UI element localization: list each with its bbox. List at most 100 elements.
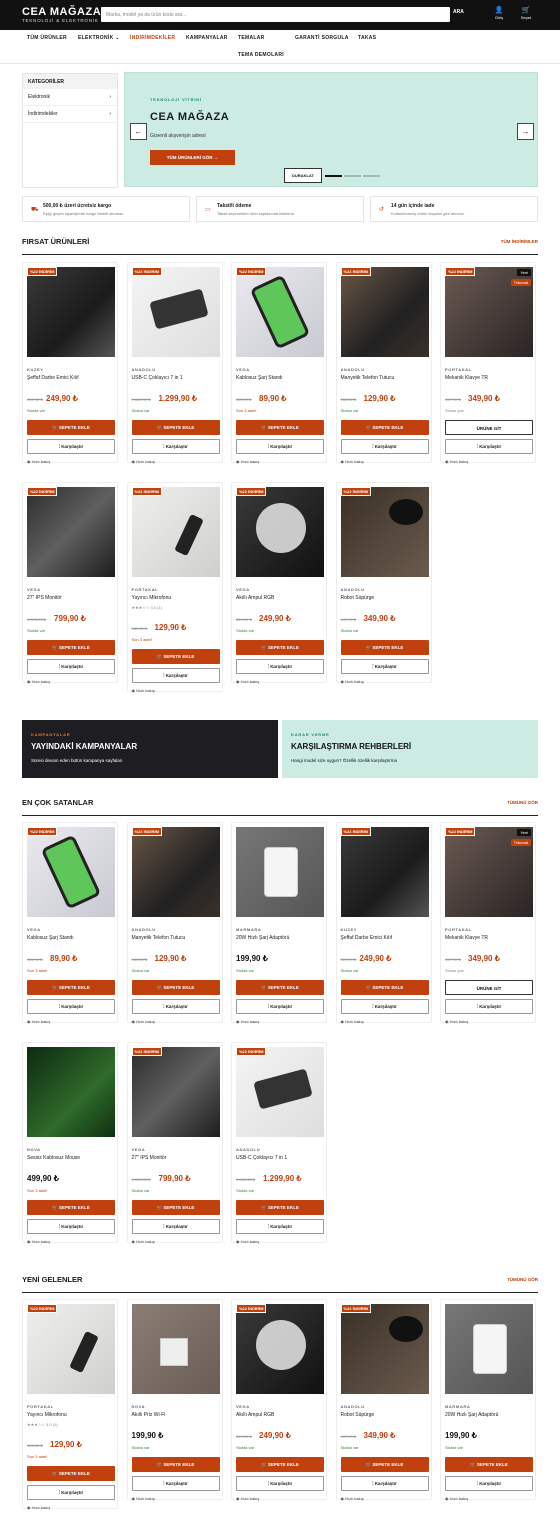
product-card[interactable]: %22 İNDİRİM VEGA 27" IPS Monitör 1.023,90 ₺… [22, 482, 118, 684]
product-name[interactable]: Şeffaf Darbe Emici Kılıf [341, 935, 393, 941]
quick-view-button[interactable]: ◉ Hızlı bakış [27, 459, 50, 464]
add-to-cart-button[interactable]: 🛒 SEPETE EKLE [27, 1466, 115, 1481]
slider-prev-button[interactable]: ← [130, 123, 147, 140]
quick-view-button[interactable]: ◉ Hızlı bakış [236, 679, 259, 684]
product-card[interactable]: %22 İNDİRİM PORTAKAL Yayıncı Mikrofonu ★★★☆… [22, 1299, 118, 1510]
go-to-product-button[interactable]: ÜRÜNE GİT [445, 420, 533, 435]
product-card[interactable]: NOVA Akıllı Priz Wi-Fi 199,90 ₺ Stokta var 🛒… [126, 1299, 223, 1501]
product-name[interactable]: 20W Hızlı Şarj Adaptörü [236, 935, 289, 941]
product-name[interactable]: 27" IPS Monitör [27, 595, 62, 601]
add-to-cart-button[interactable]: 🛒 SEPETE EKLE [340, 980, 429, 995]
product-card[interactable]: %22 İNDİRİM VEGA 27" IPS Monitör 1.023,90 ₺… [126, 1042, 223, 1244]
product-card[interactable]: %22 İNDİRİM VEGA Kablosuz Şarj Standı 115,1… [22, 822, 118, 1024]
product-name[interactable]: Şeffaf Darbe Emici Kılıf [27, 375, 79, 381]
product-card[interactable]: %22 İNDİRİM ANADOLU USB-C Çoklayıcı 7 in 1… [231, 1042, 327, 1244]
compare-button[interactable]: ⫶ Karşılaştır [445, 999, 533, 1014]
promo-campaigns[interactable]: KAMPANYALAR YAYINDAKİ KAMPANYALAR Süresi… [22, 720, 278, 778]
go-to-product-button[interactable]: ÜRÜNE GİT [445, 980, 533, 995]
product-name[interactable]: Manyetik Telefon Tutucu [132, 935, 186, 941]
add-to-cart-button[interactable]: 🛒 SEPETE EKLE [236, 980, 324, 995]
quick-view-button[interactable]: ◉ Hızlı bakış [236, 1019, 259, 1024]
product-image[interactable]: %22 İNDİRİM [236, 487, 324, 577]
product-image[interactable]: %22 İNDİRİM [236, 1047, 324, 1137]
compare-button[interactable]: ⫶ Karşılaştır [131, 1476, 220, 1491]
product-image[interactable]: %22 İNDİRİM [236, 267, 324, 357]
product-card[interactable]: %22 İNDİRİM Yeni Tükendi PORTAKAL Mekanik Kl… [440, 262, 536, 464]
nav-campaigns[interactable]: KAMPANYALAR [186, 35, 228, 41]
product-image[interactable]: %22 İNDİRİM [131, 487, 220, 577]
compare-button[interactable]: ⫶ Karşılaştır [236, 1476, 324, 1491]
product-image[interactable]: %22 İNDİRİM [27, 827, 115, 917]
quick-view-button[interactable]: ◉ Hızlı bakış [132, 459, 155, 464]
product-name[interactable]: USB-C Çoklayıcı 7 in 1 [132, 375, 183, 381]
quick-view-button[interactable]: ◉ Hızlı bakış [132, 1019, 155, 1024]
quick-view-button[interactable]: ◉ Hızlı bakış [27, 1019, 50, 1024]
add-to-cart-button[interactable]: 🛒 SEPETE EKLE [27, 640, 115, 655]
product-image[interactable] [236, 827, 324, 917]
sidebar-item-electronics[interactable]: Elektronik › [23, 89, 117, 106]
search-button[interactable]: ARA [453, 9, 464, 15]
product-image[interactable]: %22 İNDİRİM [340, 267, 429, 357]
product-image[interactable] [131, 1304, 220, 1394]
product-name[interactable]: Robot Süpürge [341, 595, 375, 601]
cart-button[interactable]: 🛒 Sepet [517, 6, 535, 20]
product-image[interactable]: %22 İNDİRİM [340, 1304, 429, 1394]
product-name[interactable]: Mekanik Klavye TR [445, 935, 488, 941]
product-card[interactable]: %22 İNDİRİM VEGA Akıllı Ampul RGB 319,90 ₺ 2… [231, 1299, 327, 1501]
add-to-cart-button[interactable]: 🛒 SEPETE EKLE [131, 420, 220, 435]
compare-button[interactable]: ⫶ Karşılaştır [27, 659, 115, 674]
compare-button[interactable]: ⫶ Karşılaştır [445, 1476, 533, 1491]
compare-button[interactable]: ⫶ Karşılaştır [27, 439, 115, 454]
compare-button[interactable]: ⫶ Karşılaştır [131, 668, 220, 683]
slider-dot-active[interactable] [325, 175, 342, 177]
add-to-cart-button[interactable]: 🛒 SEPETE EKLE [236, 1200, 324, 1215]
link-all-discounts[interactable]: TÜM İNDİRİMLER [501, 239, 538, 244]
add-to-cart-button[interactable]: 🛒 SEPETE EKLE [27, 980, 115, 995]
quick-view-button[interactable]: ◉ Hızlı bakış [132, 1496, 155, 1501]
product-name[interactable]: 27" IPS Monitör [132, 1155, 167, 1161]
product-name[interactable]: Kablosuz Şarj Standı [27, 935, 74, 941]
quick-view-button[interactable]: ◉ Hızlı bakış [132, 1239, 155, 1244]
product-image[interactable]: %22 İNDİRİM [27, 267, 115, 357]
quick-view-button[interactable]: ◉ Hızlı bakış [27, 1505, 50, 1510]
product-card[interactable]: %22 İNDİRİM ANADOLU Manyetik Telefon Tutuc… [335, 262, 432, 464]
quick-view-button[interactable]: ◉ Hızlı bakış [236, 459, 259, 464]
add-to-cart-button[interactable]: 🛒 SEPETE EKLE [236, 420, 324, 435]
product-card[interactable]: %22 İNDİRİM VEGA Kablosuz Şarj Standı 115,1… [231, 262, 327, 464]
add-to-cart-button[interactable]: 🛒 SEPETE EKLE [445, 1457, 533, 1472]
compare-button[interactable]: ⫶ Karşılaştır [340, 1476, 429, 1491]
product-image[interactable]: %22 İNDİRİM [27, 1304, 115, 1394]
product-image[interactable]: %22 İNDİRİM [236, 1304, 324, 1394]
product-name[interactable]: Mekanik Klavye TR [445, 375, 488, 381]
product-name[interactable]: Kablosuz Şarj Standı [236, 375, 283, 381]
product-card[interactable]: %22 İNDİRİM ANADOLU Manyetik Telefon Tutuc… [126, 822, 223, 1024]
product-card[interactable]: %22 İNDİRİM KUZEY Şeffaf Darbe Emici Kılıf… [335, 822, 432, 1024]
product-name[interactable]: 20W Hızlı Şarj Adaptörü [445, 1412, 498, 1418]
compare-button[interactable]: ⫶ Karşılaştır [27, 1219, 115, 1234]
compare-button[interactable]: ⫶ Karşılaştır [131, 439, 220, 454]
add-to-cart-button[interactable]: 🛒 SEPETE EKLE [131, 1200, 220, 1215]
product-card[interactable]: NOVA Sessiz Kablosuz Mouse 499,90 ₺ Son 3 a… [22, 1042, 118, 1244]
product-image[interactable]: %22 İNDİRİM Yeni Tükendi [445, 827, 533, 917]
quick-view-button[interactable]: ◉ Hızlı bakış [341, 1019, 364, 1024]
product-name[interactable]: Sessiz Kablosuz Mouse [27, 1155, 80, 1161]
product-card[interactable]: %22 İNDİRİM KUZEY Şeffaf Darbe Emici Kılıf… [22, 262, 118, 464]
nav-warranty[interactable]: GARANTİ SORGULA [295, 35, 349, 41]
nav-themes[interactable]: TEMALAR [238, 35, 265, 41]
product-name[interactable]: Akıllı Ampul RGB [236, 595, 274, 601]
product-image[interactable]: %22 İNDİRİM [340, 827, 429, 917]
compare-button[interactable]: ⫶ Karşılaştır [131, 1219, 220, 1234]
product-name[interactable]: Akıllı Priz Wi-Fi [132, 1412, 166, 1418]
store-logo[interactable]: CEA MAĞAZA TEKNOLOJİ & ELEKTRONİK [22, 6, 101, 24]
product-name[interactable]: Akıllı Ampul RGB [236, 1412, 274, 1418]
slider-pause-button[interactable]: DURAKLAT [284, 168, 322, 183]
product-name[interactable]: Manyetik Telefon Tutucu [341, 375, 395, 381]
nav-all-products[interactable]: TÜM ÜRÜNLER [27, 35, 67, 41]
product-card[interactable]: MARMARA 20W Hızlı Şarj Adaptörü 199,90 ₺ St… [231, 822, 327, 1024]
product-card[interactable]: %22 İNDİRİM PORTAKAL Yayıncı Mikrofonu ★★★☆… [126, 482, 223, 693]
quick-view-button[interactable]: ◉ Hızlı bakış [341, 459, 364, 464]
add-to-cart-button[interactable]: 🛒 SEPETE EKLE [131, 1457, 220, 1472]
login-button[interactable]: 👤 Giriş [490, 6, 508, 20]
quick-view-button[interactable]: ◉ Hızlı bakış [341, 679, 364, 684]
quick-view-button[interactable]: ◉ Hızlı bakış [445, 1019, 468, 1024]
